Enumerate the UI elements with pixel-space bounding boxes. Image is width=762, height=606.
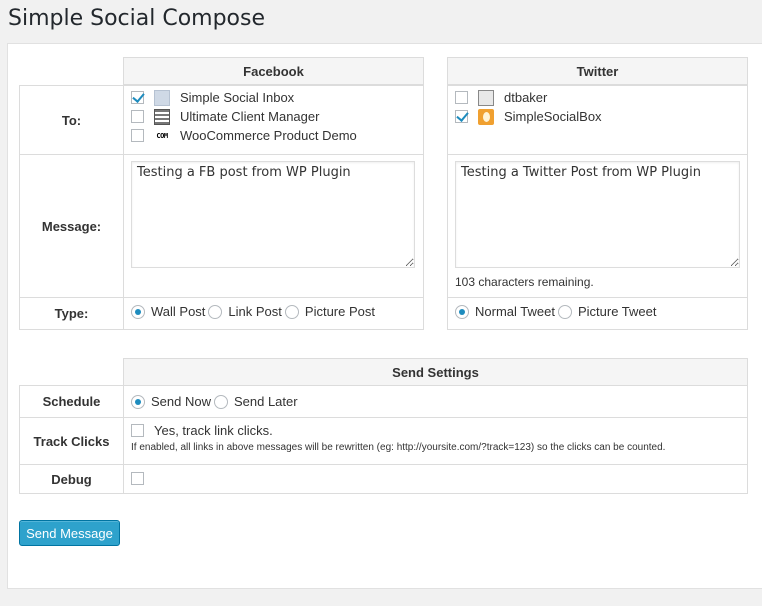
facebook-type-radio-picture[interactable] (284, 304, 299, 319)
twitter-account-checkbox[interactable] (455, 110, 468, 123)
twitter-type-label: Picture Tweet (577, 304, 657, 319)
schedule-radio-later[interactable] (213, 394, 228, 409)
message-label: Message: (19, 154, 124, 298)
schedule-option-label: Send Now (151, 394, 211, 409)
facebook-account-label: WooCommerce Product Demo (180, 128, 357, 143)
debug-cell (123, 464, 748, 494)
track-clicks-label: Track Clicks (19, 417, 124, 465)
facebook-account-checkbox[interactable] (131, 110, 144, 123)
debug-option[interactable] (131, 469, 154, 488)
track-clicks-checkbox-label: Yes, track link clicks. (154, 423, 273, 438)
track-clicks-checkbox[interactable] (131, 424, 144, 437)
facebook-message-input[interactable] (131, 161, 415, 268)
twitter-type-radio-picture[interactable] (557, 304, 572, 319)
twitter-account-checkbox[interactable] (455, 91, 468, 104)
facebook-type-label: Wall Post (151, 304, 206, 319)
page-icon (154, 108, 170, 125)
twitter-type-options: Normal Tweet Picture Tweet (455, 302, 657, 321)
facebook-header: Facebook (123, 57, 424, 85)
facebook-type-radio-link[interactable] (208, 304, 223, 319)
track-clicks-note: If enabled, all links in above messages … (131, 442, 666, 453)
debug-label: Debug (19, 464, 124, 494)
facebook-account-label: Ultimate Client Manager (180, 109, 320, 124)
schedule-label: Schedule (19, 385, 124, 418)
twitter-type-label: Normal Tweet (475, 304, 555, 319)
schedule-options: Send Now Send Later (131, 392, 298, 411)
twitter-type-radio-normal[interactable] (455, 304, 469, 319)
to-label: To: (19, 85, 124, 155)
page-title: Simple Social Compose (8, 6, 266, 31)
debug-checkbox[interactable] (131, 472, 144, 485)
schedule-radio-now[interactable] (131, 394, 145, 409)
twitter-account-row[interactable]: dtbaker (455, 88, 547, 107)
avatar-icon (478, 89, 494, 106)
page-icon (154, 89, 170, 106)
facebook-type-label: Link Post (228, 304, 282, 319)
facebook-type-label: Picture Post (304, 304, 375, 319)
schedule-option-label: Send Later (233, 394, 298, 409)
twitter-account-row[interactable]: SimpleSocialBox (455, 107, 602, 126)
facebook-account-checkbox[interactable] (131, 129, 144, 142)
twitter-account-label: SimpleSocialBox (504, 109, 602, 124)
send-settings-header: Send Settings (123, 358, 748, 386)
facebook-type-radio-wall[interactable] (131, 304, 145, 319)
send-message-button[interactable]: Send Message (19, 520, 120, 546)
twitter-account-label: dtbaker (504, 90, 548, 105)
type-label: Type: (19, 297, 124, 330)
facebook-account-row[interactable]: COM WooCommerce Product Demo (131, 126, 357, 145)
facebook-account-row[interactable]: Ultimate Client Manager (131, 107, 319, 126)
twitter-char-count: 103 characters remaining. (455, 275, 594, 289)
facebook-type-options: Wall Post Link Post Picture Post (131, 302, 375, 321)
facebook-account-row[interactable]: Simple Social Inbox (131, 88, 294, 107)
twitter-message-input[interactable] (455, 161, 740, 268)
egg-avatar-icon (478, 108, 494, 125)
facebook-account-checkbox[interactable] (131, 91, 144, 104)
facebook-account-label: Simple Social Inbox (180, 90, 295, 105)
track-clicks-option[interactable]: Yes, track link clicks. (131, 421, 273, 440)
page-icon: COM (154, 127, 170, 144)
twitter-header: Twitter (447, 57, 748, 85)
